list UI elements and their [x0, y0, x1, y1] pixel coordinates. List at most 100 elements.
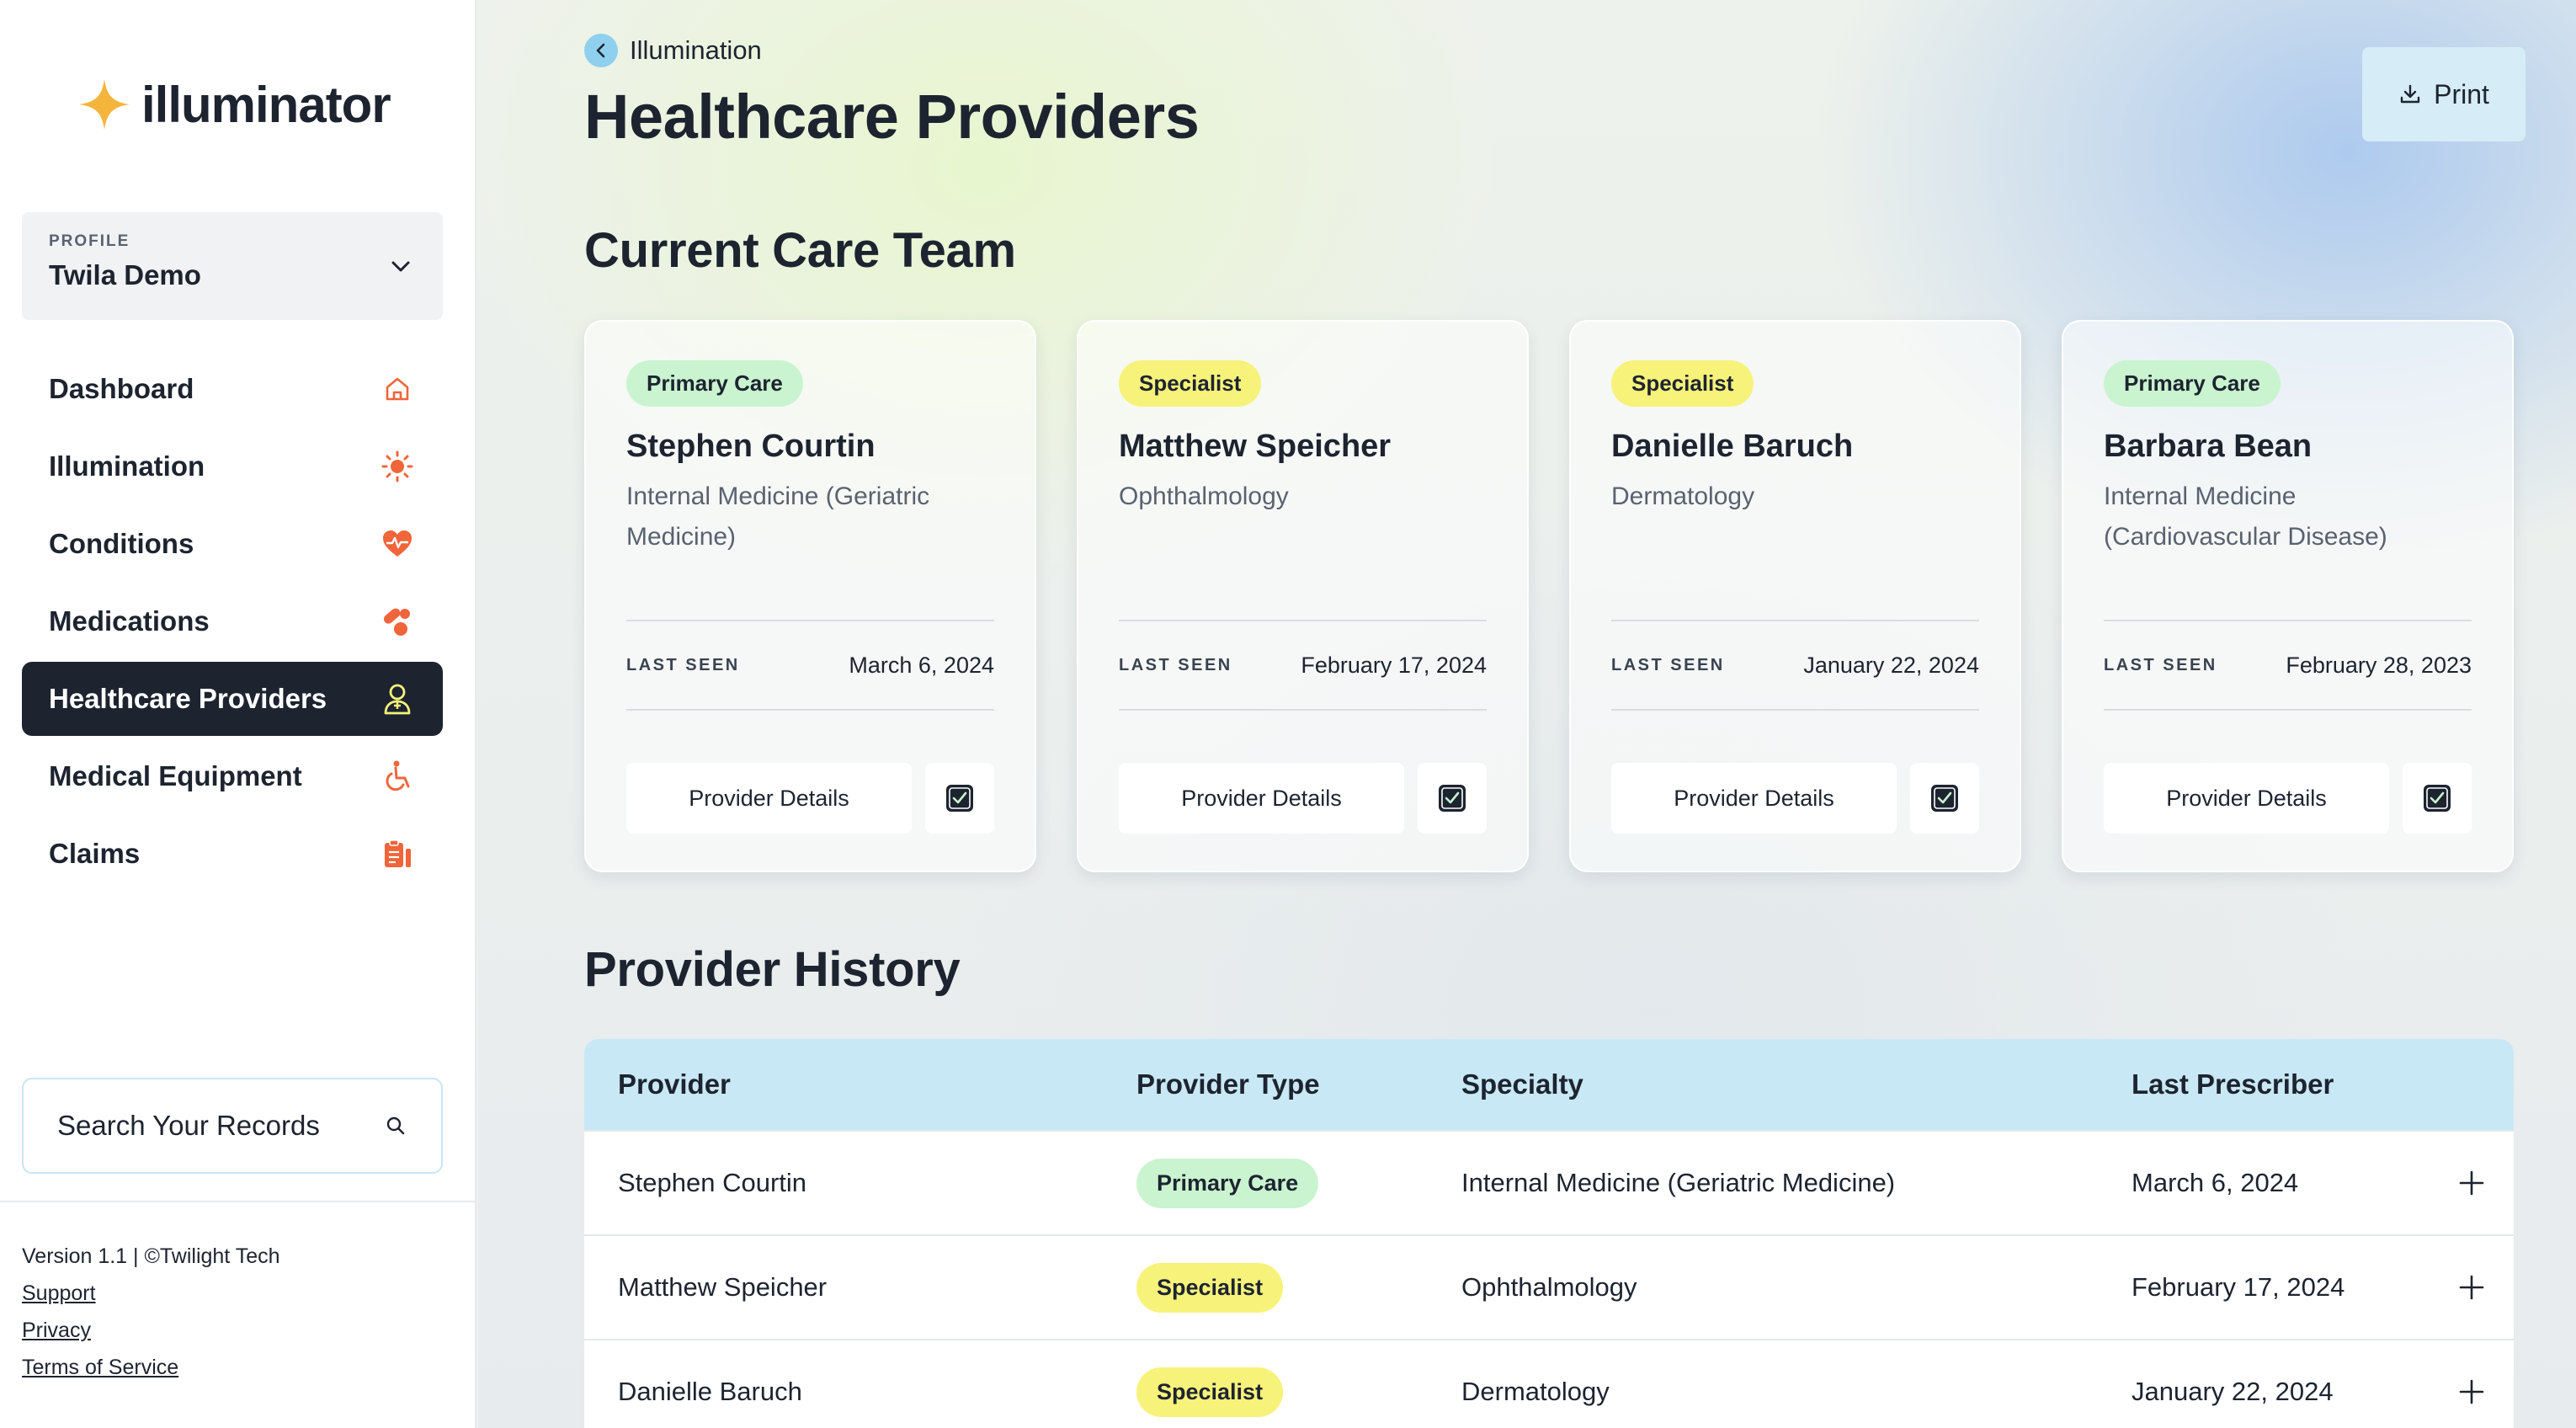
provider-history-title: Provider History	[584, 942, 961, 997]
provider-details-button[interactable]: Provider Details	[1119, 763, 1404, 834]
select-checkbox[interactable]	[1418, 763, 1487, 834]
card-actions: Provider Details	[1611, 763, 1979, 834]
table-row[interactable]: Stephen Courtin Primary Care Internal Me…	[584, 1130, 2514, 1234]
last-seen-label: LAST SEEN	[626, 655, 740, 674]
select-checkbox[interactable]	[1910, 763, 1979, 834]
provider-name: Stephen Courtin	[626, 429, 876, 464]
print-button[interactable]: Print	[2362, 47, 2525, 141]
logo-text: illuminator	[141, 76, 391, 133]
last-seen-value: January 22, 2024	[1803, 652, 1979, 678]
main-content: Illumination Healthcare Providers Print …	[478, 0, 2576, 1428]
checkbox-checked-icon	[1439, 785, 1466, 812]
last-seen-row: LAST SEEN March 6, 2024	[626, 620, 994, 711]
provider-name: Barbara Bean	[2104, 429, 2313, 464]
sidebar-item-label: Medical Equipment	[49, 760, 302, 791]
card-actions: Provider Details	[1119, 763, 1487, 834]
search-records-button[interactable]: Search Your Records	[22, 1078, 443, 1174]
cell-last-prescriber: January 22, 2024	[2132, 1377, 2334, 1406]
breadcrumb[interactable]: Illumination	[584, 34, 762, 67]
print-label: Print	[2434, 78, 2489, 109]
sidebar-item-illumination[interactable]: Illumination	[22, 429, 443, 504]
sidebar-item-medical-equipment[interactable]: Medical Equipment	[22, 739, 443, 813]
sidebar-item-label: Claims	[49, 838, 141, 869]
card-actions: Provider Details	[2104, 763, 2472, 834]
expand-row-button[interactable]	[2430, 1169, 2514, 1197]
cell-provider: Matthew Speicher	[618, 1272, 828, 1302]
sidebar-item-healthcare-providers[interactable]: Healthcare Providers	[22, 662, 443, 736]
sidebar-divider	[0, 1201, 476, 1202]
column-header-specialty[interactable]: Specialty	[1461, 1068, 2132, 1100]
expand-row-button[interactable]	[2430, 1377, 2514, 1406]
breadcrumb-label[interactable]: Illumination	[630, 35, 762, 66]
clipboard-icon	[379, 835, 416, 872]
sidebar-item-conditions[interactable]: Conditions	[22, 507, 443, 581]
support-link[interactable]: Support	[22, 1275, 280, 1312]
profile-selector[interactable]: PROFILE Twila Demo	[22, 212, 443, 320]
care-team-title: Current Care Team	[584, 223, 1016, 278]
table-row[interactable]: Danielle Baruch Specialist Dermatology J…	[584, 1339, 2514, 1428]
sidebar-item-label: Illumination	[49, 450, 205, 482]
provider-type-badge: Primary Care	[2104, 360, 2281, 407]
provider-specialty: Dermatology	[1611, 482, 1755, 510]
cell-specialty: Internal Medicine (Geriatric Medicine)	[1461, 1168, 1896, 1197]
table-header: Provider Provider Type Specialty Last Pr…	[584, 1039, 2514, 1130]
provider-specialty: Internal Medicine (Cardiovascular Diseas…	[2104, 482, 2387, 551]
provider-type-badge: Specialist	[1611, 360, 1754, 407]
provider-details-button[interactable]: Provider Details	[2104, 763, 2389, 834]
last-seen-row: LAST SEEN February 17, 2024	[1119, 620, 1487, 711]
download-icon	[2400, 84, 2420, 104]
provider-card: Primary Care Stephen Courtin Internal Me…	[584, 320, 1036, 872]
provider-history-table: Provider Provider Type Specialty Last Pr…	[584, 1039, 2514, 1428]
provider-type-badge: Primary Care	[1136, 1158, 1319, 1208]
column-header-provider-type[interactable]: Provider Type	[1136, 1068, 1461, 1100]
column-header-provider[interactable]: Provider	[584, 1068, 1136, 1100]
column-header-last-prescriber[interactable]: Last Prescriber	[2132, 1068, 2430, 1100]
cell-provider: Stephen Courtin	[618, 1168, 807, 1197]
app-logo[interactable]: illuminator	[77, 71, 391, 138]
provider-specialty: Ophthalmology	[1119, 482, 1289, 510]
provider-details-button[interactable]: Provider Details	[1611, 763, 1897, 834]
plus-icon	[2459, 1170, 2484, 1196]
last-seen-value: March 6, 2024	[849, 652, 994, 678]
sidebar-item-dashboard[interactable]: Dashboard	[22, 352, 443, 426]
cell-last-prescriber: February 17, 2024	[2132, 1272, 2345, 1302]
home-icon	[379, 370, 416, 408]
cell-provider: Danielle Baruch	[618, 1377, 802, 1406]
sun-icon	[379, 448, 416, 485]
provider-type-badge: Primary Care	[626, 360, 803, 407]
chevron-down-icon	[391, 261, 410, 272]
profile-name: Twila Demo	[49, 259, 201, 290]
profile-caption: PROFILE	[49, 232, 130, 250]
pills-icon	[379, 603, 416, 640]
sidebar-item-label: Healthcare Providers	[49, 683, 327, 714]
sidebar-item-label: Conditions	[49, 528, 194, 559]
sidebar-item-claims[interactable]: Claims	[22, 817, 443, 891]
sparkle-icon	[79, 79, 130, 130]
provider-type-badge: Specialist	[1136, 1367, 1284, 1417]
terms-link[interactable]: Terms of Service	[22, 1349, 280, 1386]
cell-last-prescriber: March 6, 2024	[2132, 1168, 2299, 1197]
care-team-cards: Primary Care Stephen Courtin Internal Me…	[584, 320, 2514, 872]
sidebar-item-label: Dashboard	[49, 373, 194, 404]
provider-type-badge: Specialist	[1136, 1262, 1284, 1313]
provider-card: Specialist Danielle Baruch Dermatology L…	[1569, 320, 2021, 872]
provider-details-button[interactable]: Provider Details	[626, 763, 912, 834]
version-text: Version 1.1 | ©Twilight Tech	[22, 1244, 280, 1268]
provider-type-badge: Specialist	[1119, 360, 1262, 407]
search-label: Search Your Records	[57, 1110, 320, 1141]
select-checkbox[interactable]	[925, 763, 994, 834]
last-seen-label: LAST SEEN	[1611, 655, 1725, 674]
table-row[interactable]: Matthew Speicher Specialist Ophthalmolog…	[584, 1234, 2514, 1339]
plus-icon	[2459, 1275, 2484, 1300]
privacy-link[interactable]: Privacy	[22, 1312, 280, 1349]
doctor-icon	[379, 680, 416, 717]
cell-specialty: Dermatology	[1461, 1377, 1610, 1406]
back-icon[interactable]	[584, 34, 618, 67]
expand-row-button[interactable]	[2430, 1273, 2514, 1302]
page-title: Healthcare Providers	[584, 82, 1200, 152]
select-checkbox[interactable]	[2403, 763, 2472, 834]
search-icon	[386, 1116, 405, 1135]
last-seen-row: LAST SEEN February 28, 2023	[2104, 620, 2472, 711]
checkbox-checked-icon	[946, 785, 973, 812]
sidebar-item-medications[interactable]: Medications	[22, 584, 443, 658]
